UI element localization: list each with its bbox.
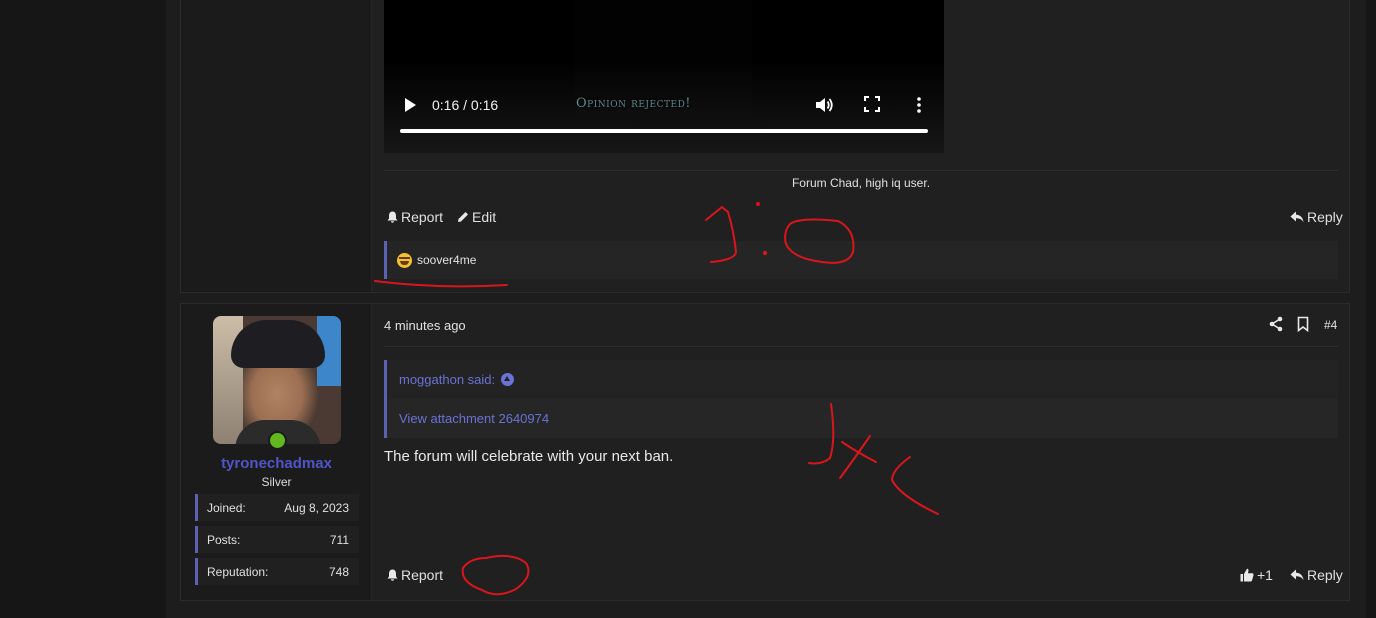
- post-header-divider: [384, 346, 1338, 347]
- play-icon[interactable]: [402, 96, 418, 114]
- stat-label: Reputation:: [207, 564, 269, 579]
- user-stat-joined: Joined: Aug 8, 2023: [195, 494, 359, 521]
- reaction-count: +1: [1257, 567, 1273, 583]
- user-stat-posts: Posts: 711: [195, 526, 359, 553]
- reply-icon: [1290, 569, 1304, 581]
- jump-to-quote-icon[interactable]: [501, 373, 515, 386]
- post-4: tyronechadmax Silver Joined: Aug 8, 2023…: [180, 303, 1350, 601]
- user-stat-reputation: Reputation: 748: [195, 558, 359, 585]
- reply-label: Reply: [1307, 209, 1343, 225]
- stat-label: Posts:: [207, 532, 241, 547]
- quote-block: moggathon said: View attachment 2640974: [384, 360, 1338, 438]
- edit-label: Edit: [472, 209, 497, 225]
- pencil-icon: [458, 212, 468, 222]
- bell-icon: [387, 569, 398, 581]
- reply-button[interactable]: Reply: [1290, 567, 1343, 583]
- edit-button[interactable]: Edit: [457, 209, 496, 225]
- stat-label: Joined:: [207, 500, 246, 515]
- report-label: Report: [401, 567, 444, 583]
- bell-icon: [387, 211, 398, 223]
- user-signature: Forum Chad, high iq user.: [791, 176, 931, 190]
- video-time: 0:16 / 0:16: [432, 97, 499, 113]
- user-title: Silver: [261, 475, 292, 489]
- share-icon[interactable]: [1268, 316, 1284, 332]
- post-message: The forum will celebrate with your next …: [384, 448, 674, 465]
- report-label: Report: [401, 209, 444, 225]
- video-caption-overlay: Opinion rejected!: [576, 96, 692, 111]
- signature-divider: [384, 170, 1338, 171]
- avatar[interactable]: [213, 316, 341, 444]
- username[interactable]: tyronechadmax: [181, 455, 372, 472]
- reply-button[interactable]: Reply: [1290, 209, 1343, 225]
- user-panel: tyronechadmax Silver Joined: Aug 8, 2023…: [181, 304, 372, 600]
- post-previous-user-panel: [181, 0, 372, 292]
- reply-icon: [1290, 211, 1304, 223]
- quote-author-link[interactable]: moggathon said:: [399, 372, 515, 387]
- view-attachment-link[interactable]: View attachment 2640974: [399, 411, 549, 426]
- volume-icon[interactable]: [814, 96, 834, 114]
- video-progress-bar[interactable]: [400, 129, 928, 133]
- reactions-bar[interactable]: soover4me: [384, 241, 1338, 279]
- post-number[interactable]: #4: [1324, 318, 1337, 332]
- post-timestamp[interactable]: 4 minutes ago: [384, 318, 466, 333]
- reply-label: Reply: [1307, 567, 1343, 583]
- reaction-users[interactable]: soover4me: [417, 253, 476, 267]
- video-player[interactable]: 0:16 / 0:16 Opinion rejected!: [384, 0, 944, 153]
- more-options-icon[interactable]: [914, 96, 924, 114]
- report-button[interactable]: Report: [387, 567, 443, 583]
- stat-value: 748: [328, 564, 349, 579]
- like-button[interactable]: +1: [1240, 567, 1273, 583]
- bookmark-icon[interactable]: [1295, 316, 1311, 332]
- online-status-indicator: [268, 431, 287, 450]
- stat-value: 711: [329, 532, 349, 547]
- report-button[interactable]: Report: [387, 209, 443, 225]
- stat-value: Aug 8, 2023: [284, 500, 349, 515]
- thumbs-up-icon: [1240, 568, 1254, 582]
- laughing-tears-emoji-icon: [397, 252, 412, 268]
- quote-author: moggathon said:: [399, 372, 496, 387]
- fullscreen-icon[interactable]: [864, 96, 880, 112]
